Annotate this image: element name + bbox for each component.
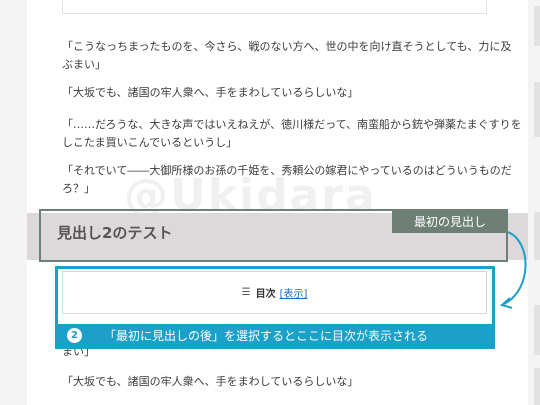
sidebar-edge-tab xyxy=(534,305,540,355)
paragraph: 「大坂でも、諸国の牢人衆へ、手をまわしているらしいな」 xyxy=(62,86,359,99)
toc-show-toggle[interactable]: [表示] xyxy=(280,285,308,300)
sidebar-edge-tab xyxy=(534,212,540,260)
toc-title: 目次 xyxy=(255,289,276,300)
paragraph: 「こうなっちまったものを、今さら、戦のない方へ、世の中を向け直そうとしても、力に… xyxy=(62,40,512,71)
caption-bar: 2 「最初に見出しの後」を選択するとここに目次が表示される xyxy=(58,324,492,346)
toc-box: ☰ 目次 [表示] xyxy=(62,271,487,314)
paragraph: 「大坂でも、諸国の牢人衆へ、手をまわしているらしいな」 xyxy=(62,375,359,388)
step-number-badge: 2 xyxy=(67,327,82,343)
paragraph: 「……だろうな、大きな声ではいえねえが、徳川様だって、南蛮船から銃や弾薬たまぐす… xyxy=(62,118,522,149)
page-left-gutter xyxy=(0,0,27,405)
sidebar-edge-tab xyxy=(534,82,540,137)
previous-content-box xyxy=(62,0,487,14)
list-icon: ☰ xyxy=(241,287,251,298)
sidebar-edge-tab xyxy=(534,368,540,405)
page-right-gutter xyxy=(528,0,540,405)
sidebar-edge-tab xyxy=(534,6,540,46)
curved-arrow-icon xyxy=(499,231,527,309)
caption-text: 「最初に見出しの後」を選択するとここに目次が表示される xyxy=(104,328,429,343)
